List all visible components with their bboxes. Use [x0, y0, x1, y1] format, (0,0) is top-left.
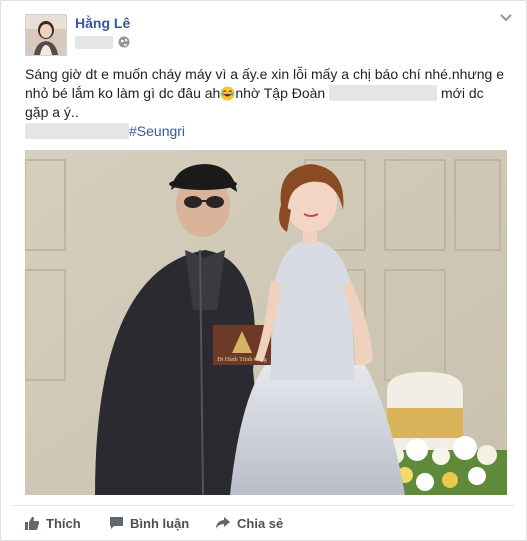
- post-text-segment: nhỏ bé lắm ko làm gì dc đâu ah: [25, 85, 221, 101]
- post-text: Sáng giờ dt e muốn cháy máy vì a ấy.e xi…: [25, 65, 515, 141]
- post-text-segment: mới dc: [441, 85, 484, 101]
- share-button[interactable]: Chia sẻ: [215, 513, 283, 533]
- post-text-segment: nhờ Tập Đoàn: [235, 85, 326, 101]
- avatar[interactable]: [25, 14, 67, 56]
- post-card: Hằng Lê Sáng giờ dt e muốn cháy máy vì a…: [0, 0, 527, 541]
- post-text-line-2: nhỏ bé lắm ko làm gì dc đâu ah nhờ Tập Đo…: [25, 84, 515, 103]
- redacted-text: [329, 85, 438, 101]
- globe-icon[interactable]: [118, 36, 130, 48]
- post-photo[interactable]: Đi Hành Trình Cùng: [25, 150, 507, 495]
- like-button[interactable]: Thích: [25, 513, 81, 533]
- like-label: Thích: [46, 515, 81, 531]
- redacted-text: [25, 123, 129, 139]
- share-arrow-icon: [216, 517, 230, 529]
- actions-divider: [13, 505, 514, 506]
- post-text-line-1: Sáng giờ dt e muốn cháy máy vì a ấy.e xi…: [25, 66, 505, 82]
- post-actions-bar: Thích Bình luận Chia sẻ: [1, 508, 526, 538]
- laughing-emoji-icon: [220, 86, 235, 101]
- thumbs-up-icon: [25, 516, 40, 530]
- comment-icon: [110, 517, 123, 529]
- chevron-down-icon[interactable]: [499, 13, 513, 23]
- author-name[interactable]: Hằng Lê: [75, 15, 130, 31]
- comment-label: Bình luận: [130, 515, 190, 531]
- timestamp-redacted: [75, 36, 113, 49]
- share-label: Chia sẻ: [237, 515, 284, 531]
- comment-button[interactable]: Bình luận: [109, 513, 189, 533]
- hashtag-link[interactable]: #Seungri: [129, 123, 185, 139]
- post-text-line-4: #Seungri: [25, 122, 515, 141]
- post-text-line-3: gặp a ý..: [25, 104, 79, 120]
